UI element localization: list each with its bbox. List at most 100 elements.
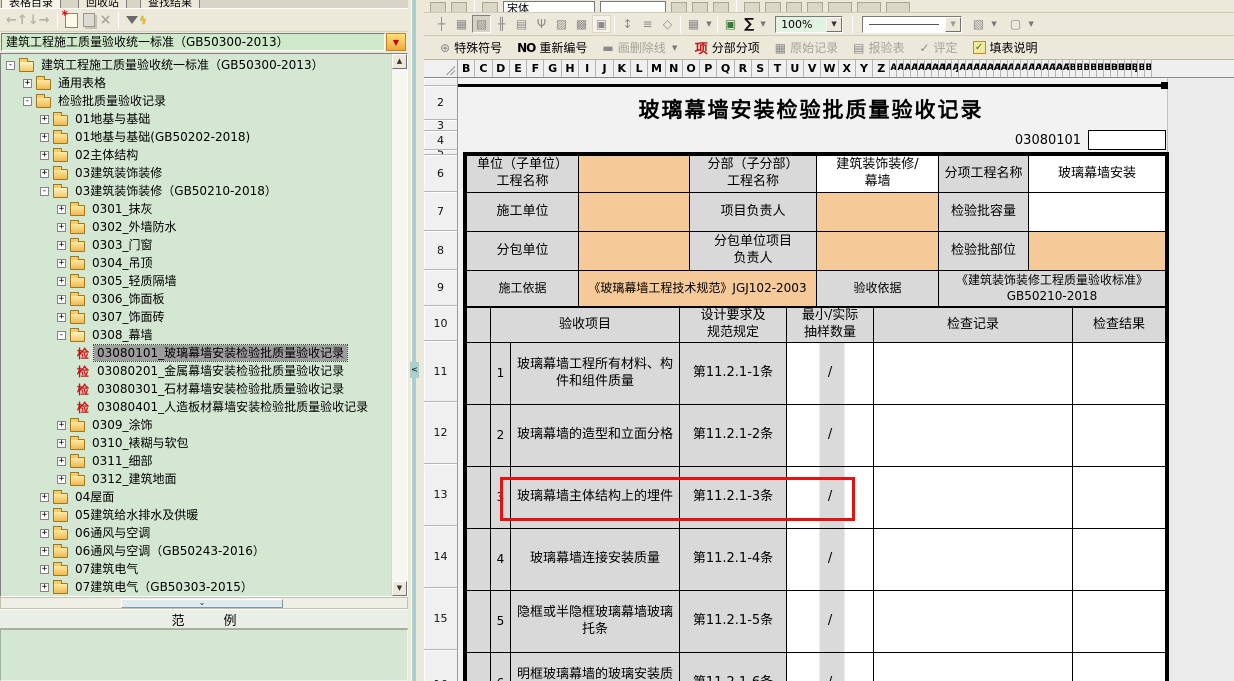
label-cell[interactable]: 分项工程名称: [939, 156, 1029, 193]
sample-quantity-cell[interactable]: /: [787, 529, 874, 591]
tree-item[interactable]: +通用表格: [1, 74, 391, 92]
expand-icon[interactable]: +: [57, 205, 66, 214]
check-result-cell[interactable]: [1073, 529, 1166, 591]
border-style-icon[interactable]: ▢: [1006, 15, 1025, 33]
check-result-cell[interactable]: [1073, 405, 1166, 467]
tree-item[interactable]: +0305_轻质隔墙: [1, 272, 391, 290]
row-height-decrease-icon[interactable]: ≡: [638, 15, 657, 33]
tree-item-label[interactable]: 检验批质量验收记录: [55, 93, 169, 109]
strikethrough-button-dropdown-icon[interactable]: ▼: [670, 44, 680, 52]
form-code-cell[interactable]: 03080101: [1008, 131, 1088, 150]
check-result-cell[interactable]: [1073, 591, 1166, 653]
column-header[interactable]: AG: [932, 60, 939, 77]
font-size-select[interactable]: [600, 1, 666, 13]
input-cell[interactable]: [817, 232, 939, 271]
column-header[interactable]: E: [510, 60, 527, 77]
item-name-cell[interactable]: 隐框或半隐框玻璃幕墙玻璃托条: [511, 591, 680, 653]
tree-item-label[interactable]: 01地基与基础: [72, 111, 153, 127]
insert-frame-icon[interactable]: ▣: [721, 15, 740, 33]
copy-form-icon[interactable]: [83, 13, 95, 27]
label-cell[interactable]: 分包单位项目 负责人: [690, 232, 817, 271]
tree-item[interactable]: +0307_饰面砖: [1, 308, 391, 326]
column-header[interactable]: N: [666, 60, 683, 77]
label-cell[interactable]: 分部（子分部） 工程名称: [690, 156, 817, 193]
column-header[interactable]: AD: [911, 60, 918, 77]
input-cell[interactable]: [1029, 232, 1166, 271]
special-symbols-button[interactable]: ⊕特殊符号: [440, 39, 502, 56]
form-code-blank-cell[interactable]: [1088, 130, 1166, 150]
tree-vertical-scrollbar[interactable]: ▲ ▼: [391, 54, 407, 596]
filter-icon[interactable]: [126, 16, 138, 24]
collapse-icon[interactable]: -: [40, 187, 49, 196]
tree-item-label[interactable]: 0306_饰面板: [89, 291, 168, 307]
row-header[interactable]: 4: [424, 131, 458, 150]
tree-item[interactable]: 检03080201_金属幕墙安装检验批质量验收记录: [1, 362, 391, 380]
column-header[interactable]: G: [544, 60, 561, 77]
expand-icon[interactable]: +: [40, 151, 49, 160]
distribute-rows-icon[interactable]: Ψ: [532, 15, 551, 33]
expand-icon[interactable]: +: [57, 475, 66, 484]
column-header[interactable]: J: [596, 60, 613, 77]
lock-cells-icon[interactable]: ▣: [592, 15, 611, 33]
column-header[interactable]: AM: [973, 60, 980, 77]
sample-quantity-cell[interactable]: /: [787, 653, 874, 681]
body-header-cell[interactable]: 验收项目: [491, 308, 680, 343]
column-header[interactable]: BC: [1083, 60, 1090, 77]
column-header[interactable]: AW: [1042, 60, 1049, 77]
zoom-combo[interactable]: 100%▼: [775, 16, 843, 33]
column-header[interactable]: BJ: [1132, 60, 1139, 77]
item-name-cell[interactable]: 明框玻璃幕墙的玻璃安装质量: [511, 653, 680, 681]
italic-icon[interactable]: [692, 2, 708, 13]
panel-splitter[interactable]: <: [408, 0, 424, 681]
tree-item-label[interactable]: 03080201_金属幕墙安装检验批质量验收记录: [94, 363, 347, 379]
column-header[interactable]: BG: [1111, 60, 1118, 77]
item-number-cell[interactable]: 5: [491, 591, 511, 653]
merge-cells-icon[interactable]: ▤: [512, 15, 531, 33]
label-cell[interactable]: 建筑装饰装修/ 幕墙: [817, 156, 939, 193]
tree-item[interactable]: +06通风与空调: [1, 524, 391, 542]
item-number-cell[interactable]: 4: [491, 529, 511, 591]
tree-item-label[interactable]: 06通风与空调（GB50243-2016）: [72, 543, 268, 559]
standard-select-dropdown-icon[interactable]: ▼: [386, 33, 406, 51]
tree-horizontal-scrollbar[interactable]: ⌄: [0, 597, 408, 609]
tree-item[interactable]: -0308_幕墙: [1, 326, 391, 344]
row-header[interactable]: 16: [424, 650, 458, 681]
label-cell[interactable]: 检验批容量: [939, 193, 1029, 232]
line-style-dropdown-icon[interactable]: ▼: [945, 17, 961, 32]
label-cell[interactable]: 施工单位: [467, 193, 579, 232]
tree-item-label[interactable]: 03080301_石材幕墙安装检验批质量验收记录: [94, 381, 347, 397]
align-center-icon[interactable]: [765, 2, 781, 13]
column-header[interactable]: C: [475, 60, 492, 77]
autosum-dropdown-icon[interactable]: ▼: [758, 20, 768, 28]
edge-cell[interactable]: [467, 343, 491, 405]
edge-cell[interactable]: [467, 467, 491, 529]
row-header[interactable]: 12: [424, 402, 458, 464]
tree-item-label[interactable]: 02主体结构: [72, 147, 141, 163]
column-header[interactable]: AQ: [1001, 60, 1008, 77]
column-header[interactable]: BH: [1118, 60, 1125, 77]
tree-item-label[interactable]: 建筑工程施工质量验收统一标准（GB50300-2013）: [38, 57, 327, 73]
column-header[interactable]: H: [562, 60, 579, 77]
fill-color-dropdown-icon[interactable]: ▼: [989, 20, 999, 28]
tree-item[interactable]: +0304_吊顶: [1, 254, 391, 272]
form-title[interactable]: 玻璃幕墙安装检验批质量验收记录: [458, 87, 1164, 131]
tree-item[interactable]: +04屋面: [1, 488, 391, 506]
line-style-combo[interactable]: ▼: [862, 16, 962, 33]
body-header-cell[interactable]: 最小/实际 抽样数量: [787, 308, 874, 343]
bold-icon[interactable]: [671, 2, 687, 13]
nav-forward-icon[interactable]: →: [39, 13, 50, 28]
standard-select[interactable]: 建筑工程施工质量验收统一标准（GB50300-2013）: [1, 33, 385, 51]
tree-item[interactable]: -检验批质量验收记录: [1, 92, 391, 110]
tree-item-label[interactable]: 06通风与空调: [72, 525, 153, 541]
row-header[interactable]: 2: [424, 86, 458, 120]
column-header[interactable]: R: [735, 60, 752, 77]
evaluation-button[interactable]: ✓评定: [919, 39, 957, 56]
input-cell[interactable]: [579, 193, 690, 232]
shading-light-icon[interactable]: ▨: [552, 15, 571, 33]
spec-clause-cell[interactable]: 第11.2.1-2条: [680, 405, 787, 467]
check-record-cell[interactable]: [874, 653, 1073, 681]
tree-item-label[interactable]: 04屋面: [72, 489, 117, 505]
table-style-icon[interactable]: ▦: [684, 15, 703, 33]
tree-item-label[interactable]: 0308_幕墙: [89, 327, 156, 343]
check-record-cell[interactable]: [874, 343, 1073, 405]
